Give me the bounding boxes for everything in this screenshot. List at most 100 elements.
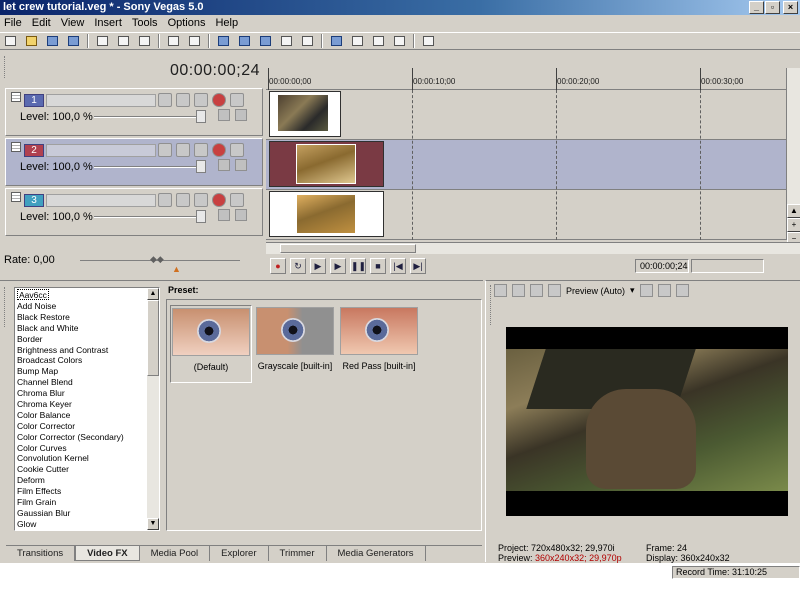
tab-explorer[interactable]: Explorer <box>210 546 269 561</box>
play-from-start-icon[interactable]: ▶ <box>310 258 326 274</box>
rate-thumb-icon[interactable]: ◆◆ <box>150 254 170 264</box>
fx-list-item[interactable]: Border <box>17 334 159 345</box>
tab-video-fx[interactable]: Video FX <box>75 546 140 561</box>
arrow-up-icon[interactable] <box>218 159 230 171</box>
tab-trimmer[interactable]: Trimmer <box>269 546 327 561</box>
undo-icon[interactable] <box>166 34 181 48</box>
menu-help[interactable]: Help <box>215 17 238 29</box>
fx-list-item[interactable]: Color Curves <box>17 443 159 454</box>
fx-list-item[interactable]: Broadcast Colors <box>17 355 159 366</box>
pane-gripper[interactable] <box>4 56 7 78</box>
menu-file[interactable]: File <box>4 17 22 29</box>
fx-list-scrollbar[interactable]: ▲ ▼ <box>147 288 159 530</box>
video-clip[interactable] <box>269 91 341 137</box>
timeline-horizontal-scrollbar[interactable] <box>266 242 800 254</box>
record-icon[interactable]: ● <box>270 258 286 274</box>
go-to-start-icon[interactable]: |◀ <box>390 258 406 274</box>
fx-list-item[interactable]: Deform <box>17 475 159 486</box>
tab-media-generators[interactable]: Media Generators <box>327 546 426 561</box>
scroll-down-icon[interactable]: ▼ <box>147 518 159 530</box>
preview-fx-icon[interactable] <box>530 284 543 297</box>
new-icon[interactable] <box>3 34 18 48</box>
pane-gripper[interactable] <box>4 287 7 327</box>
fx-list-item[interactable]: Film Grain <box>17 497 159 508</box>
video-clip[interactable] <box>269 141 384 187</box>
arrow-up-icon[interactable] <box>218 209 230 221</box>
preset-red-pass[interactable]: Red Pass [built-in] <box>338 305 420 383</box>
copy-icon[interactable] <box>116 34 131 48</box>
fx-list-item[interactable]: Chroma Keyer <box>17 399 159 410</box>
fx-list-item[interactable]: Cookie Cutter <box>17 464 159 475</box>
normal-edit-icon[interactable] <box>279 34 294 48</box>
level-slider-track[interactable] <box>94 216 206 218</box>
track-motion-icon[interactable] <box>158 193 172 207</box>
fx-list-item[interactable]: Channel Blend <box>17 377 159 388</box>
track-menu-icon[interactable] <box>11 92 21 102</box>
zoom-in-icon[interactable]: + <box>787 218 800 232</box>
scroll-up-icon[interactable]: ▲ <box>147 288 159 300</box>
snap-icon[interactable] <box>258 34 273 48</box>
fx-list-item[interactable]: Color Corrector (Secondary) <box>17 432 159 443</box>
envelope-icon[interactable] <box>300 34 315 48</box>
preset-grayscale[interactable]: Grayscale [built-in] <box>254 305 336 383</box>
track-fx-icon[interactable] <box>176 193 190 207</box>
track-fx-icon[interactable] <box>176 93 190 107</box>
arrow-down-icon[interactable] <box>235 159 247 171</box>
fx-list-item[interactable]: Brightness and Contrast <box>17 345 159 356</box>
track-lane-3[interactable] <box>266 190 786 240</box>
tab-transitions[interactable]: Transitions <box>6 546 76 561</box>
chevron-down-icon[interactable]: ▾ <box>630 285 635 296</box>
menu-tools[interactable]: Tools <box>132 17 158 29</box>
track-menu-icon[interactable] <box>11 142 21 152</box>
pause-icon[interactable]: ❚❚ <box>350 258 366 274</box>
fx-list-item[interactable]: Black and White <box>17 323 159 334</box>
menu-insert[interactable]: Insert <box>94 17 122 29</box>
track-header-1[interactable]: 1 Level: 100,0 % <box>5 88 263 136</box>
track-header-2[interactable]: 2 Level: 100,0 % <box>5 138 263 186</box>
track-lane-1[interactable] <box>266 90 786 140</box>
fx-list-item[interactable]: Film Effects <box>17 486 159 497</box>
maximize-button[interactable]: ▫ <box>765 1 780 14</box>
menu-options[interactable]: Options <box>168 17 206 29</box>
copy-snapshot-icon[interactable] <box>657 284 671 297</box>
level-slider-thumb[interactable] <box>196 160 206 173</box>
split-screen-icon[interactable] <box>548 284 561 297</box>
track-name-field[interactable] <box>46 194 156 207</box>
open-icon[interactable] <box>24 34 39 48</box>
level-slider-track[interactable] <box>94 116 206 118</box>
track-header-3[interactable]: 3 Level: 100,0 % <box>5 188 263 236</box>
scroll-thumb[interactable] <box>147 300 159 376</box>
track-name-field[interactable] <box>46 144 156 157</box>
time-ruler[interactable]: 00:00:00;00 00:00:10;00 00:00:20;00 00:0… <box>266 68 786 90</box>
mute-icon[interactable] <box>212 143 226 157</box>
external-monitor-icon[interactable] <box>512 284 525 297</box>
ripple-icon[interactable] <box>216 34 231 48</box>
fx-list-item[interactable]: Convolution Kernel <box>17 453 159 464</box>
cut-icon[interactable] <box>95 34 110 48</box>
stop-icon[interactable]: ■ <box>370 258 386 274</box>
overlays-icon[interactable] <box>639 284 653 297</box>
close-button[interactable]: × <box>783 1 798 14</box>
mute-icon[interactable] <box>212 93 226 107</box>
paste-icon[interactable] <box>137 34 152 48</box>
solo-icon[interactable] <box>230 193 244 207</box>
fx-list-item[interactable]: Add Noise <box>17 301 159 312</box>
pane-gripper[interactable] <box>490 285 493 325</box>
fx-list-item[interactable]: Glow <box>17 519 159 530</box>
preset-default[interactable]: (Default) <box>170 305 252 383</box>
redo-icon[interactable] <box>187 34 202 48</box>
track-menu-icon[interactable] <box>11 192 21 202</box>
fx-list-item[interactable]: Bump Map <box>17 366 159 377</box>
save-as-icon[interactable] <box>66 34 81 48</box>
compositing-icon[interactable] <box>194 93 208 107</box>
fx-list-item[interactable]: Color Corrector <box>17 421 159 432</box>
track-lane-2[interactable] <box>266 140 786 190</box>
track-fx-icon[interactable] <box>176 143 190 157</box>
fx-list-item[interactable]: Chroma Blur <box>17 388 159 399</box>
minimize-button[interactable]: _ <box>749 1 764 14</box>
auto-crossfade-icon[interactable] <box>237 34 252 48</box>
video-clip[interactable] <box>269 191 384 237</box>
track-name-field[interactable] <box>46 94 156 107</box>
fx-list-item[interactable]: Color Balance <box>17 410 159 421</box>
help-icon[interactable] <box>421 34 436 48</box>
